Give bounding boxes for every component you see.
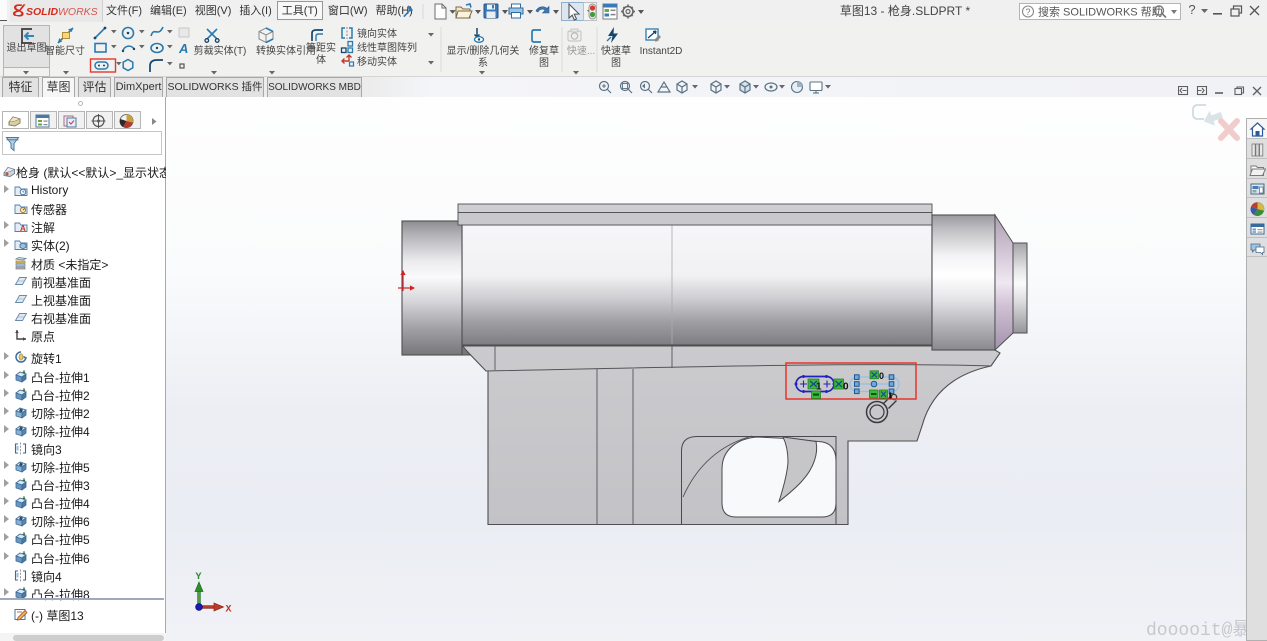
svg-text:A: A xyxy=(178,41,188,56)
svg-text:?: ? xyxy=(1025,7,1030,17)
svg-text:X: X xyxy=(226,605,232,616)
svg-text:WORKS: WORKS xyxy=(58,6,98,18)
svg-text:SOLID: SOLID xyxy=(26,6,59,18)
svg-text:搜索 SOLIDWORKS 帮助: 搜索 SOLIDWORKS 帮助 xyxy=(1038,5,1163,19)
svg-text:Y: Y xyxy=(196,572,202,583)
svg-text:0: 0 xyxy=(879,371,884,381)
svg-text:0: 0 xyxy=(843,382,849,393)
